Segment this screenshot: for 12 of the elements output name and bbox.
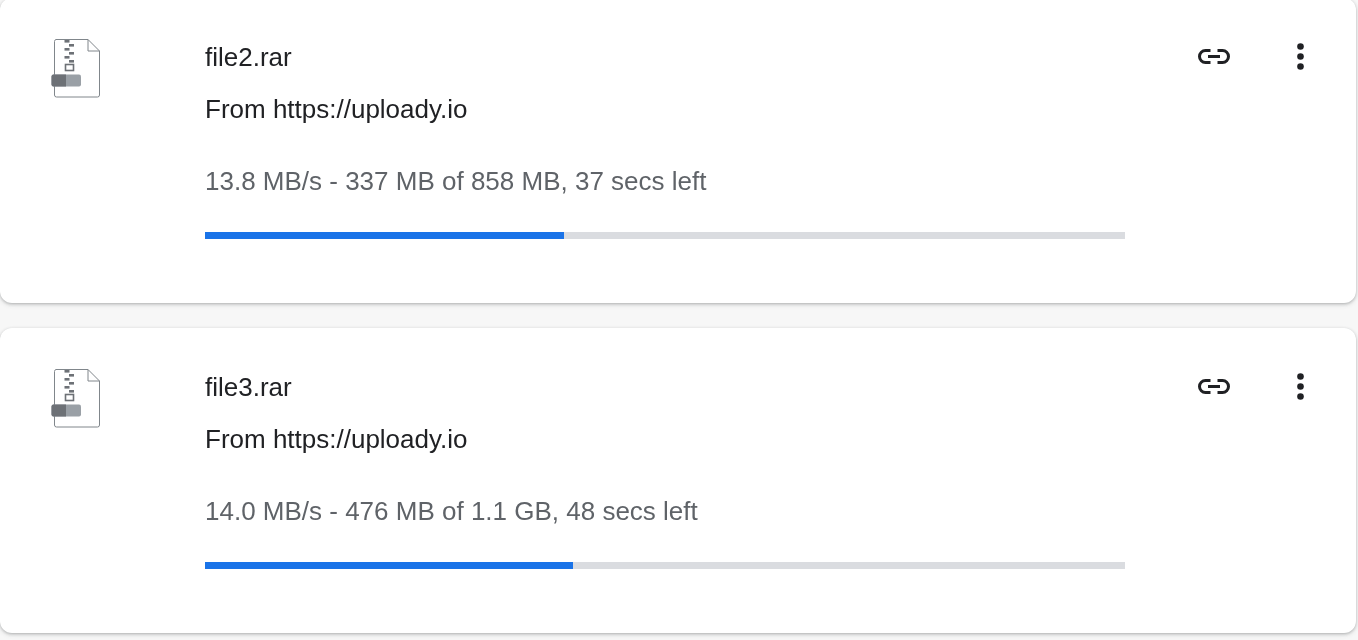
more-options-icon[interactable]	[1297, 43, 1304, 70]
more-options-icon[interactable]	[1297, 373, 1304, 400]
file-name: file2.rar	[205, 41, 293, 73]
zip-file-icon	[51, 368, 101, 428]
download-status: 13.8 MB/s - 337 MB of 858 MB, 37 secs left	[205, 165, 708, 197]
zip-file-icon	[51, 38, 101, 98]
download-source: From https://uploady.io	[205, 93, 469, 125]
download-status: 14.0 MB/s - 476 MB of 1.1 GB, 48 secs left	[205, 495, 699, 527]
file-name: file3.rar	[205, 371, 293, 403]
link-icon[interactable]	[1197, 48, 1231, 65]
download-source: From https://uploady.io	[205, 423, 469, 455]
link-icon[interactable]	[1197, 378, 1231, 395]
